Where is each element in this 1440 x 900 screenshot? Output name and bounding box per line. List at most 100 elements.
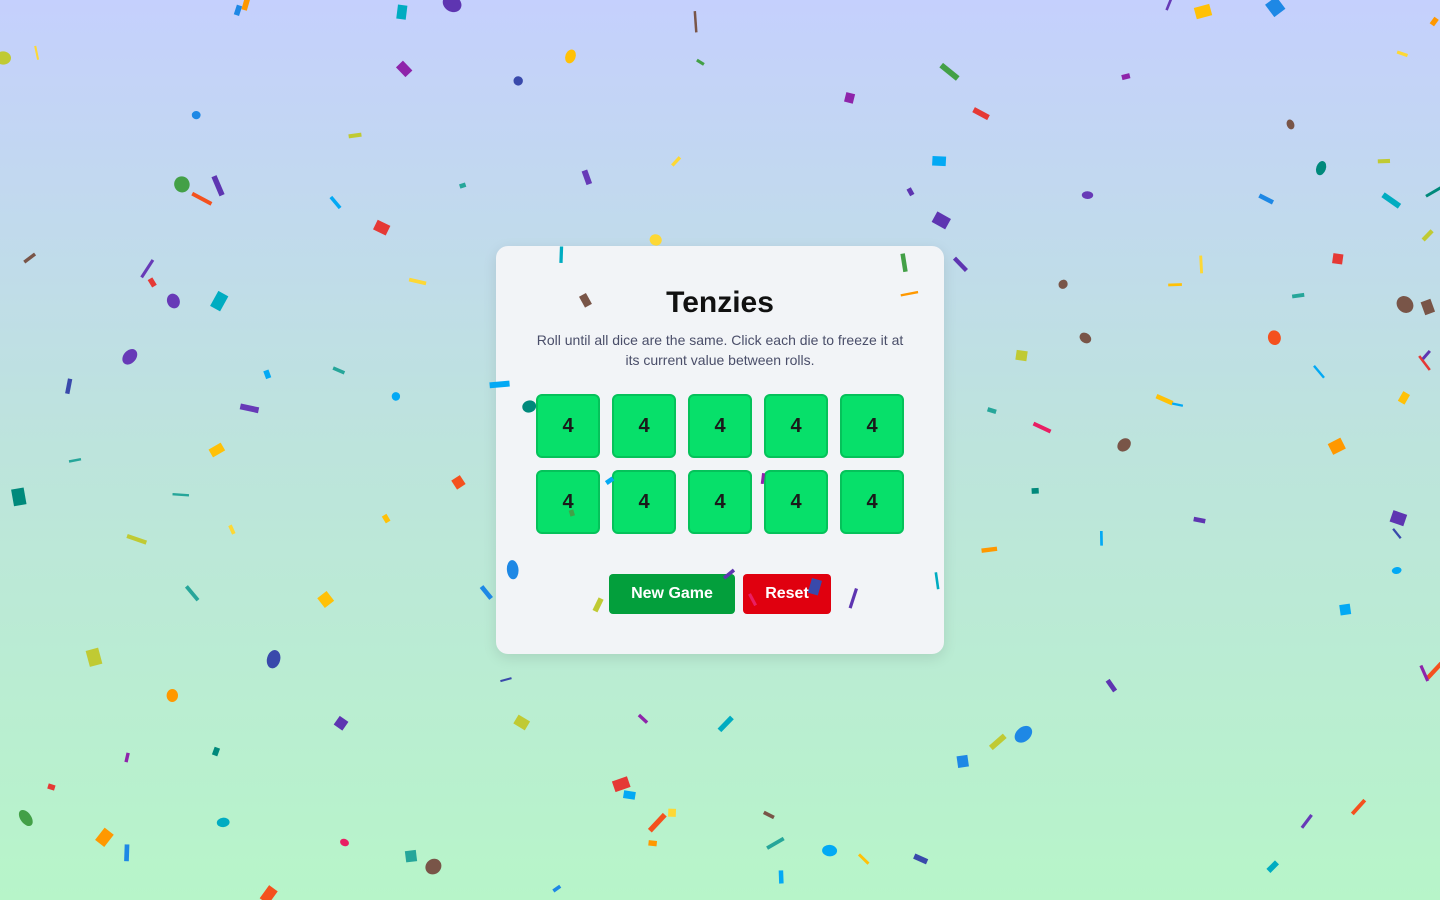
confetti-piece (1265, 0, 1286, 18)
confetti-piece (479, 585, 493, 600)
confetti-piece (85, 647, 103, 667)
die-3[interactable]: 4 (688, 394, 752, 458)
confetti-piece (1396, 50, 1409, 58)
confetti-piece (1421, 349, 1431, 360)
die-6[interactable]: 4 (536, 470, 600, 534)
confetti-piece (647, 812, 667, 833)
confetti-piece (696, 58, 705, 66)
confetti-piece (1313, 365, 1325, 379)
die-5[interactable]: 4 (840, 394, 904, 458)
confetti-piece (500, 677, 512, 683)
confetti-piece (340, 838, 349, 847)
confetti-piece (23, 252, 37, 264)
confetti-piece (939, 62, 960, 81)
confetti-piece (65, 378, 73, 395)
confetti-piece (191, 110, 201, 120)
confetti-piece (648, 840, 658, 847)
die-7[interactable]: 4 (612, 470, 676, 534)
confetti-piece (717, 715, 734, 733)
confetti-piece (1300, 814, 1313, 829)
confetti-piece (442, 0, 462, 13)
confetti-piece (1397, 391, 1410, 405)
confetti-piece (140, 259, 155, 279)
confetti-piece (166, 293, 180, 309)
confetti-piece (611, 776, 631, 793)
confetti-piece (18, 809, 33, 827)
confetti-piece (931, 211, 951, 230)
confetti-piece (1121, 73, 1131, 81)
confetti-piece (208, 442, 226, 458)
confetti-piece (1079, 332, 1092, 344)
confetti-piece (1421, 229, 1434, 242)
confetti-piece (174, 176, 190, 193)
action-buttons: New Game Reset (496, 574, 944, 614)
confetti-piece (166, 689, 179, 702)
confetti-piece (404, 849, 418, 863)
confetti-piece (263, 369, 272, 380)
dice-grid: 4 4 4 4 4 4 4 4 4 4 (536, 394, 904, 534)
confetti-piece (668, 808, 677, 817)
confetti-piece (1155, 394, 1174, 406)
confetti-piece (766, 836, 785, 850)
confetti-piece (972, 107, 990, 121)
confetti-piece (1168, 283, 1182, 287)
confetti-piece (1419, 664, 1430, 682)
confetti-piece (1339, 603, 1352, 616)
reset-button[interactable]: Reset (743, 574, 831, 614)
confetti-piece (513, 714, 531, 731)
confetti-piece (95, 827, 114, 848)
confetti-piece (126, 533, 148, 545)
confetti-piece (332, 366, 346, 375)
confetti-piece (565, 49, 576, 64)
die-4[interactable]: 4 (764, 394, 828, 458)
confetti-piece (622, 790, 636, 800)
confetti-piece (211, 175, 225, 197)
confetti-piece (1193, 516, 1206, 524)
confetti-piece (317, 590, 335, 608)
confetti-piece (1391, 567, 1402, 574)
confetti-piece (693, 11, 698, 33)
confetti-piece (1032, 421, 1052, 434)
game-title: Tenzies (666, 286, 774, 319)
confetti-piece (822, 844, 838, 857)
confetti-piece (1377, 158, 1391, 164)
confetti-piece (1015, 349, 1028, 362)
die-8[interactable]: 4 (688, 470, 752, 534)
confetti-piece (981, 546, 998, 553)
confetti-piece (233, 4, 243, 16)
confetti-piece (1286, 119, 1295, 130)
confetti-piece (1099, 530, 1103, 546)
confetti-piece (259, 885, 278, 900)
confetti-piece (1429, 16, 1439, 27)
die-2[interactable]: 4 (612, 394, 676, 458)
new-game-button[interactable]: New Game (609, 574, 735, 614)
confetti-piece (228, 524, 236, 535)
confetti-piece (396, 4, 408, 20)
confetti-piece (762, 810, 775, 820)
confetti-piece (778, 870, 784, 884)
confetti-piece (408, 277, 427, 286)
confetti-piece (1425, 185, 1440, 198)
confetti-piece (1418, 355, 1431, 371)
confetti-piece (1117, 438, 1131, 452)
confetti-piece (172, 493, 190, 497)
confetti-piece (1165, 0, 1175, 11)
confetti-piece (1327, 437, 1346, 455)
confetti-piece (425, 858, 442, 875)
confetti-piece (184, 585, 200, 602)
confetti-piece (1058, 279, 1068, 289)
confetti-piece (1332, 253, 1344, 265)
confetti-piece (373, 219, 391, 236)
confetti-piece (241, 0, 253, 11)
confetti-piece (513, 76, 523, 86)
confetti-piece (47, 783, 56, 791)
confetti-piece (1081, 191, 1094, 200)
confetti-piece (1171, 402, 1184, 407)
die-1[interactable]: 4 (536, 394, 600, 458)
die-9[interactable]: 4 (764, 470, 828, 534)
confetti-piece (333, 715, 349, 731)
confetti-piece (391, 392, 401, 401)
die-10[interactable]: 4 (840, 470, 904, 534)
confetti-piece (68, 457, 82, 463)
confetti-piece (147, 277, 157, 288)
